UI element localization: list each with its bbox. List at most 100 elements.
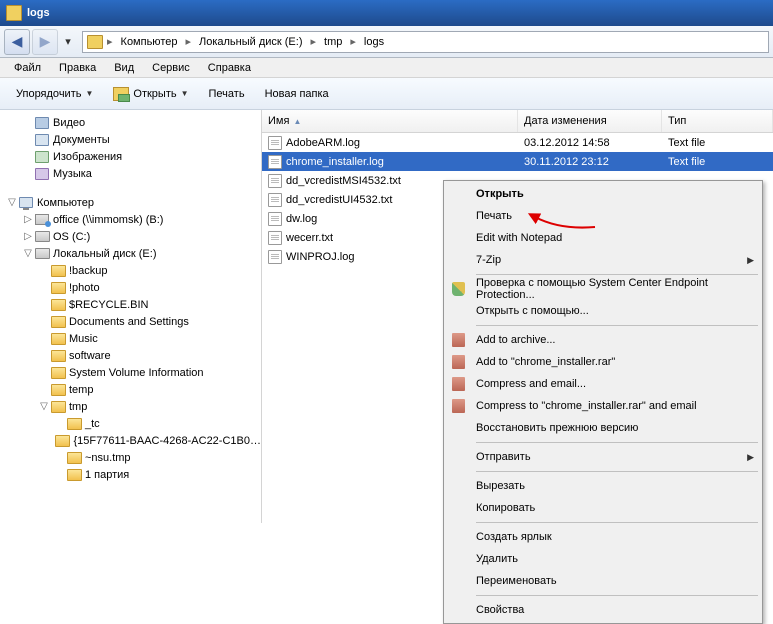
file-row[interactable]: chrome_installer.log30.11.2012 23:12Text… [262,152,773,171]
context-menu-label: Compress and email... [476,378,586,390]
context-menu-item[interactable]: Переименовать [446,570,760,592]
address-bar[interactable]: ▸ Компьютер ▸ Локальный диск (E:) ▸ tmp … [82,31,769,53]
tree-item[interactable]: ▷Music [0,330,261,347]
tree-item[interactable]: ▷!photo [0,279,261,296]
folder-icon [87,35,103,49]
tree-item[interactable]: ▷Документы [0,131,261,148]
back-button[interactable]: ◀ [4,29,30,55]
tree-item[interactable]: ▷OS (C:) [0,228,261,245]
nav-tree[interactable]: ▷Видео▷Документы▷Изображения▷Музыка▽Комп… [0,110,262,523]
context-menu-item[interactable]: Compress to "chrome_installer.rar" and e… [446,395,760,417]
menu-tools[interactable]: Сервис [144,60,198,76]
menu-separator [476,274,758,275]
context-menu-item[interactable]: Вырезать [446,475,760,497]
context-menu-item[interactable]: Свойства [446,599,760,621]
context-menu-label: Переименовать [476,575,557,587]
breadcrumb-segment[interactable]: tmp [320,36,346,48]
expand-open-icon[interactable]: ▽ [38,401,50,412]
context-menu-item[interactable]: Открыть с помощью... [446,300,760,322]
column-type[interactable]: Тип [662,110,773,132]
tree-item[interactable]: ▷{15F77611-BAAC-4268-AC22-C1B0… [0,432,261,449]
tree-item-label: {15F77611-BAAC-4268-AC22-C1B0… [73,435,261,447]
book-icon [452,355,465,369]
expand-open-icon[interactable]: ▽ [22,248,34,259]
menu-edit[interactable]: Правка [51,60,104,76]
menu-file[interactable]: Файл [6,60,49,76]
tree-item-label: tmp [69,401,87,413]
chevron-down-icon: ▼ [181,89,189,98]
nav-history-dropdown[interactable]: ▾ [60,29,76,55]
newfolder-button[interactable]: Новая папка [257,84,337,104]
context-menu-item[interactable]: Add to "chrome_installer.rar" [446,351,760,373]
chevron-right-icon[interactable]: ▸ [183,35,193,48]
tree-item[interactable]: ▷$RECYCLE.BIN [0,296,261,313]
context-menu-label: Печать [476,210,512,222]
breadcrumb-segment[interactable]: logs [360,36,388,48]
context-menu-item[interactable]: Восстановить прежнюю версию [446,417,760,439]
tree-item[interactable]: ▽ tmp [0,398,261,415]
file-name: dd_vcredistUI4532.txt [286,194,392,206]
tree-item[interactable]: ▷Музыка [0,165,261,182]
file-type: Text file [662,156,773,168]
file-icon [268,136,282,150]
tree-item[interactable]: ▷System Volume Information [0,364,261,381]
tree-item-label: Music [69,333,98,345]
context-menu-item[interactable]: Проверка с помощью System Center Endpoin… [446,278,760,300]
forward-button[interactable]: ▶ [32,29,58,55]
folder-icon [50,280,66,296]
expand-closed-icon[interactable]: ▷ [22,231,34,242]
folder-icon [66,416,82,432]
tree-item[interactable]: ▷Видео [0,114,261,131]
context-menu-item[interactable]: Открыть [446,183,760,205]
tree-item[interactable]: ▷1 партия [0,466,261,483]
submenu-arrow-icon: ▶ [747,452,754,463]
context-menu-item[interactable]: Создать ярлык [446,526,760,548]
organize-button[interactable]: Упорядочить▼ [8,84,101,104]
context-menu-item[interactable]: Печать [446,205,760,227]
tree-item[interactable]: ▷Изображения [0,148,261,165]
breadcrumb-segment[interactable]: Компьютер [117,36,182,48]
context-menu-item[interactable]: Удалить [446,548,760,570]
menu-view[interactable]: Вид [106,60,142,76]
tree-item[interactable]: ▷Documents and Settings [0,313,261,330]
submenu-arrow-icon: ▶ [747,255,754,266]
tree-item[interactable]: ▽ Локальный диск (E:) [0,245,261,262]
folder-icon [50,399,66,415]
breadcrumb-segment[interactable]: Локальный диск (E:) [195,36,307,48]
context-menu-item[interactable]: Копировать [446,497,760,519]
computer-icon [18,195,34,211]
context-menu-label: Копировать [476,502,535,514]
context-menu-item[interactable]: Add to archive... [446,329,760,351]
tree-item[interactable]: ▷!backup [0,262,261,279]
tree-item[interactable]: ▷software [0,347,261,364]
tree-item-label: Локальный диск (E:) [53,248,157,260]
tree-item[interactable]: ▽Компьютер [0,194,261,211]
file-row[interactable]: AdobeARM.log03.12.2012 14:58Text file [262,133,773,152]
tree-item-label: Видео [53,117,85,129]
tree-item-label: office (\\immomsk) (B:) [53,214,163,226]
context-menu-item[interactable]: 7-Zip▶ [446,249,760,271]
tree-item[interactable]: ▷temp [0,381,261,398]
toolbar: Упорядочить▼ Открыть▼ Печать Новая папка [0,78,773,110]
open-button[interactable]: Открыть▼ [105,83,196,105]
tree-item[interactable]: ▷ office (\\immomsk) (B:) [0,211,261,228]
context-menu-item[interactable]: Отправить▶ [446,446,760,468]
context-menu-item[interactable]: Compress and email... [446,373,760,395]
tree-item[interactable]: ▷_tc [0,415,261,432]
menu-help[interactable]: Справка [200,60,259,76]
expand-open-icon[interactable]: ▽ [6,197,18,208]
expand-closed-icon[interactable]: ▷ [22,214,34,225]
column-name[interactable]: Имя▲ [262,110,518,132]
context-menu: Открыть Печать Edit with Notepad7-Zip▶ Пров… [443,180,763,624]
chevron-right-icon[interactable]: ▸ [105,35,115,48]
file-icon [268,231,282,245]
chevron-right-icon[interactable]: ▸ [309,35,319,48]
tree-item[interactable]: ▷~nsu.tmp [0,449,261,466]
library-icon [34,115,50,131]
column-date[interactable]: Дата изменения [518,110,662,132]
tree-item-label: _tc [85,418,100,430]
chevron-right-icon[interactable]: ▸ [348,35,358,48]
menu-separator [476,325,758,326]
print-button[interactable]: Печать [201,84,253,104]
context-menu-item[interactable]: Edit with Notepad [446,227,760,249]
